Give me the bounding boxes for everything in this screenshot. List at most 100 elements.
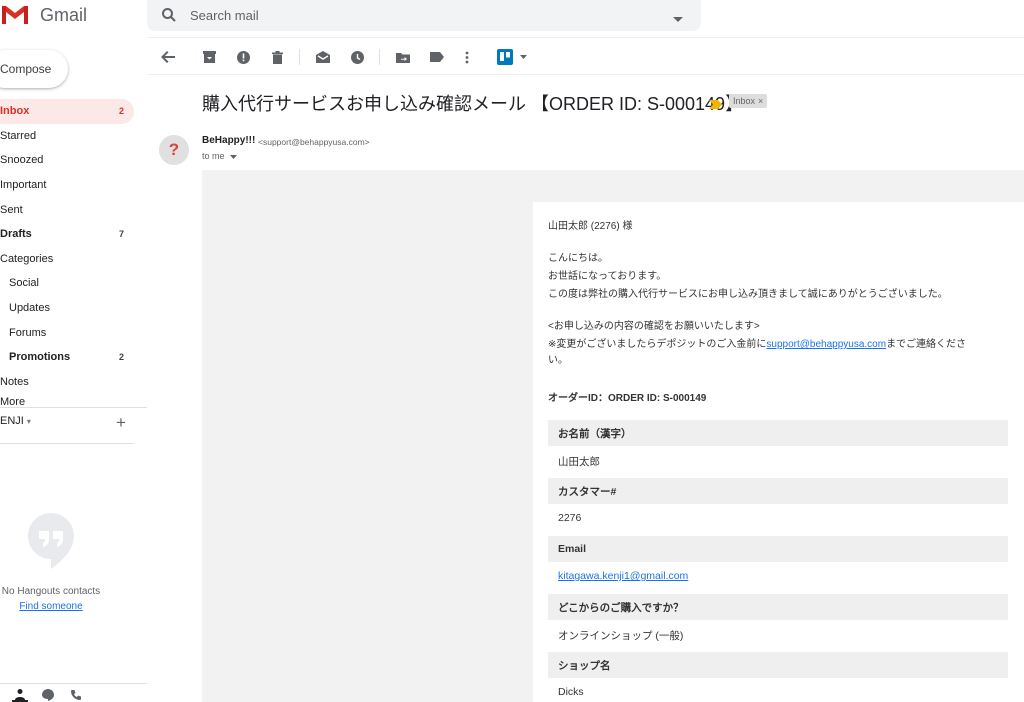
- greeting: 山田太郎 (2276) 様: [548, 221, 633, 232]
- sidebar-item-label: Starred: [0, 129, 37, 142]
- sidebar-item-forums[interactable]: Forums: [0, 320, 147, 345]
- find-someone-link[interactable]: Find someone: [0, 601, 102, 612]
- add-contact-icon[interactable]: +: [116, 413, 126, 433]
- field-header-name: お名前（漢字）: [548, 420, 1008, 446]
- sidebar-item-snoozed[interactable]: Snoozed: [0, 148, 147, 173]
- move-to-icon[interactable]: [395, 49, 411, 65]
- sidebar-item-label: Social: [9, 277, 39, 290]
- sidebar-item-categories[interactable]: Categories: [0, 247, 147, 272]
- search-options-icon[interactable]: [673, 10, 683, 28]
- label-tag-icon[interactable]: [429, 49, 445, 65]
- search-input[interactable]: Search mail: [190, 8, 259, 23]
- more-vert-icon[interactable]: [459, 49, 475, 65]
- archive-icon[interactable]: [201, 49, 217, 65]
- search-icon[interactable]: [161, 7, 177, 28]
- toolbar-divider: [379, 49, 380, 65]
- order-id: オーダーID：ORDER ID: S-000149: [548, 393, 707, 404]
- field-value-customer: 2276: [558, 512, 582, 524]
- drafts-count: 7: [119, 229, 125, 240]
- compose-button[interactable]: Compose: [0, 50, 68, 88]
- chevron-down-icon[interactable]: ▾: [27, 417, 31, 426]
- hangouts-chat-icon[interactable]: [40, 688, 56, 702]
- field-value-email-link[interactable]: kitagawa.kenji1@gmail.com: [558, 570, 688, 582]
- hangouts-quote-icon: [28, 513, 74, 574]
- inbox-label-chip[interactable]: Inbox ×: [729, 94, 768, 108]
- field-header-email: Email: [548, 536, 1008, 562]
- body-text: までご連絡くださ: [886, 339, 967, 350]
- field-value-shop-name: Dicks: [558, 686, 584, 698]
- field-value-name: 山田太郎: [558, 456, 600, 468]
- hangouts-user[interactable]: ENJI ▾ +: [0, 413, 147, 435]
- recipient-details[interactable]: to me: [202, 151, 238, 161]
- sidebar-item-sent[interactable]: Sent: [0, 197, 147, 222]
- body-line: お世話になっております。: [548, 271, 667, 282]
- field-header-purchase-source: どこからのご購入ですか？: [548, 594, 1008, 620]
- importance-marker-icon[interactable]: [709, 96, 722, 114]
- sidebar-item-label: Drafts: [0, 228, 32, 241]
- sidebar-item-label: More: [0, 396, 26, 408]
- field-header-customer: カスタマー#: [548, 478, 1008, 504]
- hangouts-user-name: ENJI: [0, 415, 24, 427]
- divider: [0, 443, 134, 444]
- sender-email: <support@behappyusa.com>: [258, 137, 370, 147]
- divider: [147, 37, 1024, 38]
- gmail-logo[interactable]: Gmail: [0, 4, 87, 26]
- top-bar: Gmail Search mail: [0, 0, 1024, 36]
- gmail-m-icon: [2, 6, 28, 24]
- sidebar-item-updates[interactable]: Updates: [0, 296, 147, 321]
- report-spam-icon[interactable]: [235, 49, 251, 65]
- sidebar-item-label: Forums: [9, 326, 47, 339]
- divider: [0, 683, 147, 684]
- email-subject: 購入代行サービスお申し込み確認メール 【ORDER ID: S-000149】: [202, 94, 744, 114]
- chevron-down-icon[interactable]: [515, 49, 531, 65]
- body-line: い。: [548, 355, 568, 366]
- back-arrow-icon[interactable]: [160, 49, 176, 65]
- sidebar-item-notes[interactable]: Notes: [0, 370, 147, 395]
- search-bar[interactable]: Search mail: [147, 0, 701, 31]
- body-line: <お申し込みの内容の確認をお願いいたします>: [548, 321, 760, 332]
- message-toolbar: [147, 40, 1024, 74]
- sidebar-item-starred[interactable]: Starred: [0, 124, 147, 149]
- remove-label-icon[interactable]: ×: [758, 96, 763, 106]
- sidebar-nav: Inbox 2 Starred Snoozed Important Sent D…: [0, 99, 147, 407]
- trello-addon-icon[interactable]: [497, 49, 513, 65]
- recipient-text: to me: [202, 151, 225, 161]
- snooze-clock-icon[interactable]: [349, 49, 365, 65]
- sidebar-item-inbox[interactable]: Inbox 2: [0, 99, 134, 124]
- sidebar-item-promotions[interactable]: Promotions 2: [0, 345, 147, 370]
- promotions-count: 2: [119, 352, 125, 363]
- body-text: ※変更がございましたらデポジットのご入金前に: [548, 339, 767, 350]
- sender-avatar: ?: [159, 135, 189, 165]
- divider: [0, 407, 147, 408]
- sidebar-item-label: Updates: [9, 302, 50, 315]
- sidebar-item-important[interactable]: Important: [0, 173, 147, 198]
- support-email-link[interactable]: support@behappyusa.com: [766, 339, 886, 350]
- divider: [147, 74, 1024, 75]
- sender-name: BeHappy!!!: [202, 135, 256, 146]
- sidebar-item-label: Snoozed: [0, 154, 44, 167]
- no-hangouts-text: No Hangouts contacts: [1, 586, 101, 597]
- chevron-down-icon[interactable]: [230, 154, 238, 159]
- phone-icon[interactable]: [68, 688, 84, 702]
- body-line: ※変更がございましたらデポジットのご入金前にsupport@behappyusa…: [548, 337, 966, 352]
- sidebar-item-label: Categories: [0, 252, 54, 265]
- body-line: こんにちは。: [548, 253, 608, 264]
- label-chip-text: Inbox: [733, 96, 756, 106]
- field-value-purchase-source: オンラインショップ (一般): [558, 630, 684, 642]
- sidebar-item-label: Inbox: [0, 105, 30, 118]
- sidebar-item-label: Sent: [0, 203, 23, 216]
- mark-unread-icon[interactable]: [315, 49, 331, 65]
- app-name: Gmail: [40, 4, 88, 25]
- toolbar-divider: [299, 49, 300, 65]
- sidebar-item-drafts[interactable]: Drafts 7: [0, 222, 147, 247]
- sidebar-item-label: Important: [0, 179, 47, 192]
- delete-icon[interactable]: [269, 49, 285, 65]
- hangouts-tabs: [12, 688, 84, 702]
- sidebar-item-more[interactable]: More: [0, 394, 147, 407]
- body-line: この度は弊社の購入代行サービスにお申し込み頂きまして誠にありがとうございました。: [548, 289, 948, 300]
- sidebar-item-social[interactable]: Social: [0, 271, 147, 296]
- sidebar-item-label: Notes: [0, 375, 29, 388]
- person-icon[interactable]: [12, 688, 28, 702]
- field-header-shop-name: ショップ名: [548, 652, 1008, 678]
- sidebar-item-label: Promotions: [9, 351, 71, 364]
